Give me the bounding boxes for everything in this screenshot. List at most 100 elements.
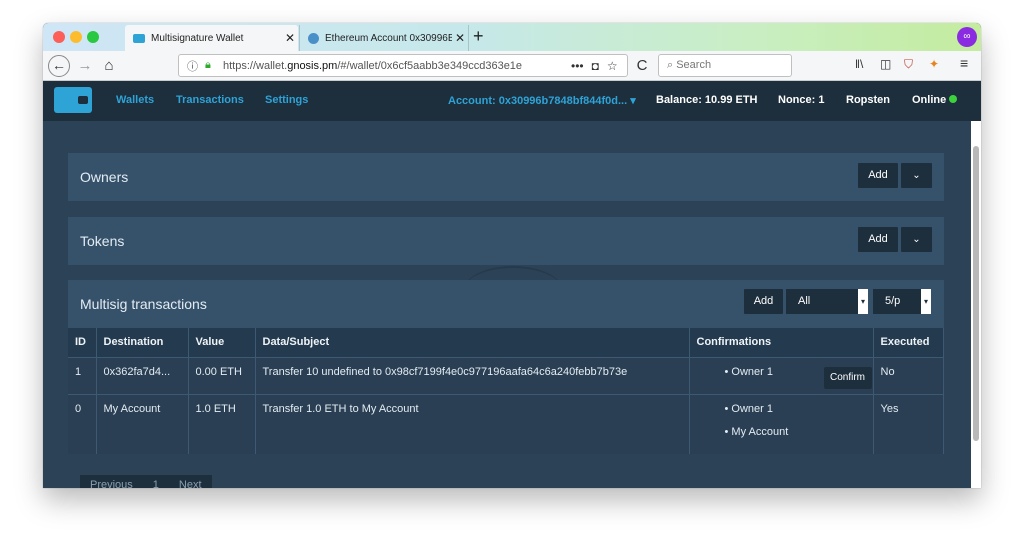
new-tab-button[interactable]: + bbox=[473, 26, 484, 47]
pagination: Previous 1 Next bbox=[80, 475, 212, 488]
filter-value: All bbox=[798, 295, 811, 307]
pocket-icon[interactable]: ◘ bbox=[592, 59, 599, 73]
multisig-title: Multisig transactions bbox=[80, 296, 207, 312]
close-tab-icon[interactable]: ✕ bbox=[282, 31, 298, 45]
tx-destination[interactable]: My Account bbox=[96, 393, 189, 454]
tab-title: Ethereum Account 0x30996B7€ bbox=[325, 32, 452, 44]
status-text: Online bbox=[912, 94, 947, 106]
tab-title: Multisignature Wallet bbox=[151, 32, 244, 44]
tx-executed: Yes bbox=[873, 393, 944, 454]
private-browsing-icon: ∞ bbox=[957, 27, 977, 47]
close-window-button[interactable] bbox=[53, 31, 65, 43]
confirmation-item: • Owner 1 bbox=[724, 402, 774, 415]
confirmation-owner: Owner 1 bbox=[731, 402, 773, 415]
close-tab-icon[interactable]: ✕ bbox=[452, 31, 468, 45]
tx-data: Transfer 10 undefined to 0x98cf7199f4e0c… bbox=[255, 356, 690, 394]
back-button[interactable]: ← bbox=[48, 55, 70, 77]
wallet-logo-icon[interactable] bbox=[54, 87, 92, 113]
ublock-icon[interactable]: ⛉ bbox=[904, 57, 913, 72]
wallet-favicon-icon bbox=[133, 33, 145, 43]
pagination-page-1[interactable]: 1 bbox=[143, 475, 169, 488]
navigation-bar: ← → ⌂ ⓘ 🔒︎ https://wallet.gnosis.pm/#/wa… bbox=[43, 51, 981, 81]
owners-title: Owners bbox=[80, 169, 129, 185]
browser-window: Multisignature Wallet ✕ Ethereum Account… bbox=[43, 23, 981, 488]
tx-confirmations: • Owner 1 Confirm bbox=[689, 356, 874, 394]
add-token-button[interactable]: Add bbox=[858, 227, 898, 252]
tx-data: Transfer 1.0 ETH to My Account bbox=[255, 393, 690, 454]
address-bar[interactable]: ⓘ 🔒︎ https://wallet.gnosis.pm/#/wallet/0… bbox=[178, 54, 628, 77]
pagination-previous[interactable]: Previous bbox=[80, 475, 143, 488]
bookmark-star-icon[interactable]: ☆ bbox=[607, 59, 618, 73]
col-id: ID bbox=[68, 328, 97, 357]
account-dropdown[interactable]: Account: 0x30996b7848bf844f0d... ▾ bbox=[448, 94, 636, 107]
tx-executed: No bbox=[873, 356, 944, 394]
metamask-icon[interactable]: ✦ bbox=[929, 57, 939, 71]
search-placeholder: Search bbox=[676, 59, 712, 71]
col-value: Value bbox=[188, 328, 256, 357]
tx-value: 0.00 ETH bbox=[188, 356, 256, 394]
balance-label: Balance: 10.99 ETH bbox=[656, 94, 758, 106]
add-owner-button[interactable]: Add bbox=[858, 163, 898, 188]
wallet-content: Owners Add ⌄ Tokens Add ⌄ Multisig trans… bbox=[43, 121, 971, 488]
tx-confirmations: • Owner 1 • My Account bbox=[689, 393, 874, 454]
app-navbar: Wallets Transactions Settings Account: 0… bbox=[43, 81, 981, 121]
connection-status: Online bbox=[912, 94, 958, 106]
table-header-row: ID Destination Value Data/Subject Confir… bbox=[68, 328, 944, 357]
nav-wallets[interactable]: Wallets bbox=[116, 94, 154, 106]
tx-value: 1.0 ETH bbox=[188, 393, 256, 454]
forward-button[interactable]: → bbox=[76, 56, 94, 76]
col-destination: Destination bbox=[96, 328, 189, 357]
add-transaction-button[interactable]: Add bbox=[744, 289, 783, 314]
search-input[interactable]: ⌕ Search bbox=[658, 54, 792, 77]
confirmation-owner: Owner 1 bbox=[731, 365, 773, 378]
zoom-window-button[interactable] bbox=[87, 31, 99, 43]
owners-toggle-chevron-icon[interactable]: ⌄ bbox=[901, 163, 932, 188]
confirm-button[interactable]: Confirm bbox=[823, 366, 872, 389]
url-path: /#/wallet/0x6cf5aabb3e349ccd363e1e bbox=[337, 59, 523, 72]
library-icon[interactable]: ‖\ bbox=[855, 57, 863, 71]
page-actions-icon[interactable]: ••• bbox=[571, 59, 584, 73]
url-domain: gnosis.pm bbox=[287, 59, 338, 72]
online-status-icon bbox=[949, 95, 958, 103]
tab-ethereum-account[interactable]: Ethereum Account 0x30996B7€ ✕ bbox=[299, 25, 469, 51]
tx-id: 0 bbox=[68, 393, 97, 454]
col-confirmations: Confirmations bbox=[689, 328, 874, 357]
caret-down-icon: ▾ bbox=[858, 289, 868, 314]
nonce-label: Nonce: 1 bbox=[778, 94, 825, 106]
confirmation-item: • My Account bbox=[724, 425, 789, 438]
nav-settings[interactable]: Settings bbox=[265, 94, 308, 106]
tab-multisignature-wallet[interactable]: Multisignature Wallet ✕ bbox=[125, 25, 298, 51]
sidebar-icon[interactable]: ◫ bbox=[880, 57, 891, 71]
multisig-panel: Multisig transactions Add All ▾ 5/p ▾ bbox=[68, 280, 944, 328]
table-row[interactable]: 0 My Account 1.0 ETH Transfer 1.0 ETH to… bbox=[68, 393, 944, 454]
scrollbar[interactable] bbox=[971, 121, 981, 488]
page-size-value: 5/p bbox=[885, 295, 901, 307]
info-icon[interactable]: ⓘ bbox=[187, 58, 201, 74]
url-prefix: https://wallet. bbox=[223, 59, 288, 72]
nav-transactions[interactable]: Transactions bbox=[176, 94, 244, 106]
col-executed: Executed bbox=[873, 328, 944, 357]
url-text[interactable]: https://wallet.gnosis.pm/#/wallet/0x6cf5… bbox=[223, 60, 563, 72]
tx-destination[interactable]: 0x362fa7d4... bbox=[96, 356, 189, 394]
table-row[interactable]: 1 0x362fa7d4... 0.00 ETH Transfer 10 und… bbox=[68, 356, 944, 394]
multisig-transactions-table: ID Destination Value Data/Subject Confir… bbox=[68, 328, 944, 454]
caret-down-icon: ▾ bbox=[921, 289, 931, 314]
network-label: Ropsten bbox=[846, 94, 890, 106]
tab-bar: Multisignature Wallet ✕ Ethereum Account… bbox=[43, 23, 981, 51]
account-label: Account: 0x30996b7848bf844f0d... bbox=[448, 95, 628, 107]
tokens-panel: Tokens Add ⌄ bbox=[68, 217, 944, 265]
etherscan-favicon-icon bbox=[308, 32, 319, 44]
lock-icon: 🔒︎ bbox=[205, 59, 211, 71]
reload-button[interactable]: C bbox=[633, 56, 651, 76]
home-button[interactable]: ⌂ bbox=[100, 56, 118, 76]
page-size-select[interactable]: 5/p ▾ bbox=[873, 289, 931, 314]
scrollbar-thumb[interactable] bbox=[973, 146, 979, 441]
transaction-filter-select[interactable]: All ▾ bbox=[786, 289, 868, 314]
confirmation-owner: My Account bbox=[731, 425, 789, 438]
pagination-next[interactable]: Next bbox=[169, 475, 212, 488]
menu-icon[interactable]: ≡ bbox=[960, 55, 968, 71]
tx-id: 1 bbox=[68, 356, 97, 394]
minimize-window-button[interactable] bbox=[70, 31, 82, 43]
tokens-toggle-chevron-icon[interactable]: ⌄ bbox=[901, 227, 932, 252]
chevron-down-icon: ▾ bbox=[630, 95, 636, 107]
